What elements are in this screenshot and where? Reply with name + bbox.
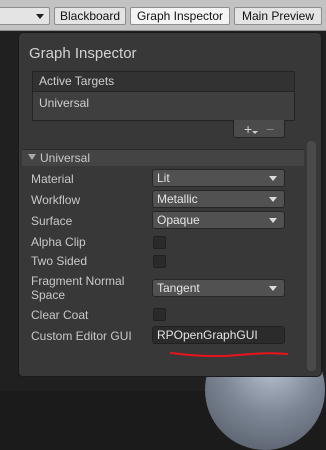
graph-inspector-panel: Graph Inspector Active Targets Universal… bbox=[18, 32, 322, 377]
surface-label: Surface bbox=[31, 214, 73, 228]
section-title: Universal bbox=[40, 151, 91, 165]
red-underline-annotation bbox=[170, 352, 288, 358]
add-target-button[interactable]: + bbox=[244, 120, 258, 138]
surface-value: Opaque bbox=[157, 213, 200, 227]
surface-dropdown[interactable]: Opaque bbox=[152, 211, 285, 229]
chevron-down-icon bbox=[269, 176, 277, 181]
inspector-title: Graph Inspector bbox=[29, 45, 137, 62]
two-sided-label: Two Sided bbox=[31, 254, 88, 268]
fragment-normal-space-dropdown[interactable]: Tangent bbox=[152, 279, 285, 297]
material-value: Lit bbox=[157, 171, 170, 185]
blackboard-button[interactable]: Blackboard bbox=[54, 7, 126, 25]
universal-section-foldout[interactable]: Universal bbox=[22, 149, 304, 166]
alpha-clip-checkbox[interactable] bbox=[153, 236, 166, 249]
clear-coat-label: Clear Coat bbox=[31, 308, 89, 322]
remove-target-button[interactable]: − bbox=[266, 120, 274, 138]
clear-coat-checkbox[interactable] bbox=[153, 308, 166, 321]
inspector-scrollbar[interactable] bbox=[307, 141, 316, 371]
graph-toolbar: Blackboard Graph Inspector Main Preview bbox=[0, 0, 326, 31]
active-targets-header: Active Targets bbox=[33, 72, 294, 92]
list-footer: + − bbox=[233, 120, 285, 138]
target-item-universal[interactable]: Universal bbox=[39, 96, 89, 110]
alpha-clip-label: Alpha Clip bbox=[31, 235, 86, 249]
custom-editor-gui-label: Custom Editor GUI bbox=[31, 329, 132, 343]
two-sided-checkbox[interactable] bbox=[153, 255, 166, 268]
plus-icon: + bbox=[244, 121, 253, 137]
fragment-normal-space-label: Fragment Normal Space bbox=[31, 274, 125, 302]
custom-editor-gui-field[interactable]: RPOpenGraphGUI bbox=[152, 326, 285, 344]
toolbar-dropdown[interactable] bbox=[0, 7, 50, 25]
workflow-dropdown[interactable]: Metallic bbox=[152, 190, 285, 208]
material-dropdown[interactable]: Lit bbox=[152, 169, 285, 187]
workflow-value: Metallic bbox=[157, 192, 198, 206]
chevron-down-icon bbox=[269, 197, 277, 202]
material-label: Material bbox=[31, 172, 74, 186]
main-preview-button[interactable]: Main Preview bbox=[234, 7, 322, 25]
workflow-label: Workflow bbox=[31, 193, 81, 207]
chevron-down-icon bbox=[269, 218, 277, 223]
dropdown-triangle-icon bbox=[252, 131, 258, 134]
graph-inspector-button[interactable]: Graph Inspector bbox=[130, 7, 230, 25]
chevron-down-icon bbox=[36, 14, 44, 19]
fragment-normal-space-value: Tangent bbox=[157, 281, 200, 295]
foldout-arrow-icon bbox=[28, 154, 36, 160]
chevron-down-icon bbox=[269, 286, 277, 291]
active-targets-list: Active Targets Universal bbox=[32, 71, 295, 121]
